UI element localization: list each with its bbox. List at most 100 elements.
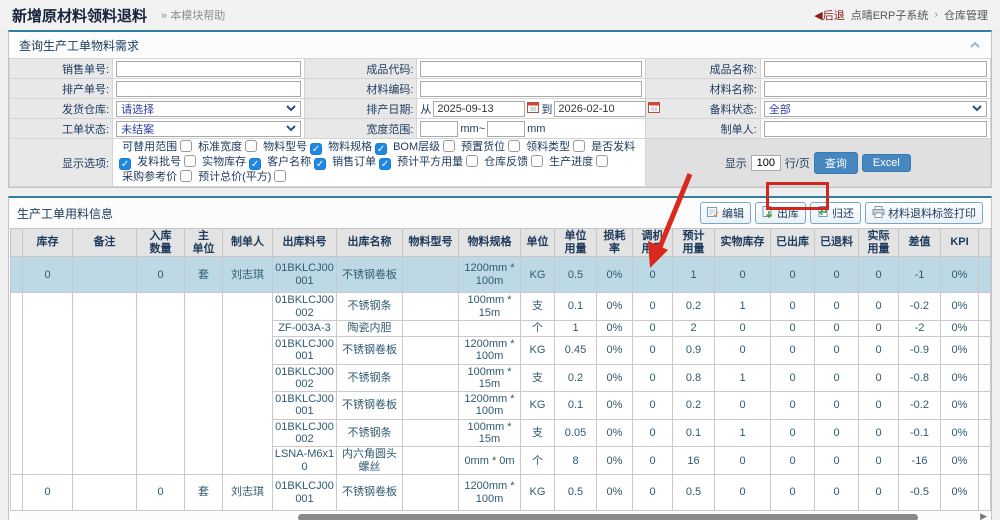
table-cell: 0 <box>771 475 815 511</box>
display-option-checkbox[interactable] <box>180 140 192 152</box>
column-header <box>11 229 23 257</box>
table-cell: -0.5 <box>899 475 941 511</box>
width-max-input[interactable] <box>487 121 525 137</box>
table-cell: 0 <box>771 257 815 293</box>
calendar-icon[interactable] <box>648 101 660 116</box>
table-cell: 0.9 <box>673 336 715 364</box>
edit-button[interactable]: 编辑 <box>700 202 751 224</box>
table-cell: 0 <box>715 447 771 475</box>
table-row[interactable]: 01BKLCJ00002不锈钢条100mm * 15m支0.10%00.2100… <box>11 293 991 321</box>
table-cell: 0 <box>715 320 771 336</box>
table-cell: 0.5 <box>555 475 597 511</box>
order-status-select[interactable]: 未结案 <box>116 121 301 137</box>
date-to-input[interactable] <box>554 101 646 117</box>
column-header: 已出库 <box>771 229 815 257</box>
table-cell: 100mm * 15m <box>459 364 521 392</box>
breadcrumb-module[interactable]: 仓库管理 <box>944 7 988 23</box>
product-name-label: 成品名称: <box>645 59 760 79</box>
table-cell: 0 <box>815 419 859 447</box>
collapse-panel-icon[interactable] <box>969 38 981 52</box>
display-option-label: 物料型号 <box>263 140 307 155</box>
width-min-input[interactable] <box>420 121 458 137</box>
table-cell: 0 <box>715 336 771 364</box>
calendar-icon[interactable] <box>527 101 539 116</box>
ship-warehouse-select[interactable]: 请选择 <box>116 101 301 117</box>
scrollbar-thumb[interactable] <box>298 514 918 520</box>
table-cell <box>73 293 137 475</box>
table-row[interactable]: 00套刘志琪01BKLCJ00001不锈钢卷板1200mm * 100mKG0.… <box>11 475 991 511</box>
table-cell <box>403 419 459 447</box>
prep-status-select[interactable]: 全部 <box>764 101 987 117</box>
date-from-input[interactable] <box>433 101 525 117</box>
material-name-input[interactable] <box>764 81 987 97</box>
table-cell: 0 <box>633 475 673 511</box>
table-cell: 0 <box>815 257 859 293</box>
table-cell: 0% <box>597 475 633 511</box>
table-cell <box>403 392 459 420</box>
display-option-checkbox[interactable] <box>466 155 478 167</box>
column-header <box>979 229 991 257</box>
display-option-checkbox[interactable] <box>180 170 192 182</box>
horizontal-scrollbar[interactable]: ▶ <box>13 513 987 520</box>
print-labels-button[interactable]: 材料退料标签打印 <box>865 202 983 224</box>
table-cell: 0 <box>771 447 815 475</box>
table-cell: 0% <box>941 475 979 511</box>
scrollbar-right-arrow[interactable]: ▶ <box>980 511 987 520</box>
display-option-checkbox[interactable]: ✓ <box>310 143 322 155</box>
product-name-input[interactable] <box>764 61 987 77</box>
material-code-input[interactable] <box>420 81 641 97</box>
table-row[interactable]: 00套刘志琪01BKLCJ00001不锈钢卷板1200mm * 100mKG0.… <box>11 257 991 293</box>
display-option-checkbox[interactable]: ✓ <box>379 158 391 170</box>
display-option-checkbox[interactable]: ✓ <box>119 158 131 170</box>
table-cell: 0 <box>859 392 899 420</box>
table-cell: KG <box>521 475 555 511</box>
table-cell <box>403 447 459 475</box>
back-link[interactable]: ◀后退 <box>814 7 844 23</box>
material-name-label: 材料名称: <box>645 79 760 99</box>
display-option-checkbox[interactable] <box>274 170 286 182</box>
table-cell: 0% <box>941 320 979 336</box>
annotation-highlight-box <box>766 182 829 210</box>
query-panel: 查询生产工单物料需求 销售单号: 成品代码: 成品名称: 排产单号: 材料编码:… <box>8 30 992 188</box>
column-header: 制单人 <box>223 229 273 257</box>
table-cell: 0 <box>23 257 73 293</box>
display-option-checkbox[interactable] <box>443 140 455 152</box>
table-cell: 01BKLCJ00001 <box>273 475 337 511</box>
table-cell: 0 <box>771 293 815 321</box>
display-option-checkbox[interactable] <box>596 155 608 167</box>
display-option-checkbox[interactable]: ✓ <box>314 158 326 170</box>
table-cell <box>979 364 991 392</box>
maker-input[interactable] <box>764 121 987 137</box>
display-option-checkbox[interactable]: ✓ <box>375 143 387 155</box>
table-cell: 0.1 <box>673 419 715 447</box>
table-cell: 01BKLCJ00002 <box>273 293 337 321</box>
breadcrumb-app[interactable]: 点晴ERP子系统 <box>851 7 929 23</box>
display-options-group: 可替用范围标准宽度物料型号✓物料规格✓BOM层级预置货位领料类型是否发料✓发料批… <box>116 140 642 185</box>
chevron-down-icon <box>286 105 296 112</box>
display-option-checkbox[interactable]: ✓ <box>249 158 261 170</box>
display-option-label: 预置货位 <box>461 140 505 155</box>
table-cell: 1 <box>715 293 771 321</box>
table-cell <box>979 475 991 511</box>
display-option-checkbox[interactable] <box>531 155 543 167</box>
search-button[interactable]: 查询 <box>814 152 858 174</box>
display-option-checkbox[interactable] <box>573 140 585 152</box>
sales-no-input[interactable] <box>116 61 301 77</box>
module-help-link[interactable]: » 本模块帮助 <box>161 7 225 23</box>
table-cell: 01BKLCJ00002 <box>273 419 337 447</box>
display-option-checkbox[interactable] <box>184 155 196 167</box>
order-status-label: 工单状态: <box>10 119 113 139</box>
table-cell <box>979 336 991 364</box>
width-range-label: 宽度范围: <box>305 119 417 139</box>
page-size-input[interactable] <box>751 155 781 171</box>
display-option-checkbox[interactable] <box>245 140 257 152</box>
table-cell: 01BKLCJ00002 <box>273 364 337 392</box>
table-cell: 0 <box>815 336 859 364</box>
excel-button[interactable]: Excel <box>862 154 911 172</box>
schedule-no-input[interactable] <box>116 81 301 97</box>
display-option-checkbox[interactable] <box>508 140 520 152</box>
column-header: KPI <box>941 229 979 257</box>
product-code-input[interactable] <box>420 61 641 77</box>
table-cell: 0% <box>597 257 633 293</box>
display-option-label: BOM层级 <box>393 140 440 155</box>
